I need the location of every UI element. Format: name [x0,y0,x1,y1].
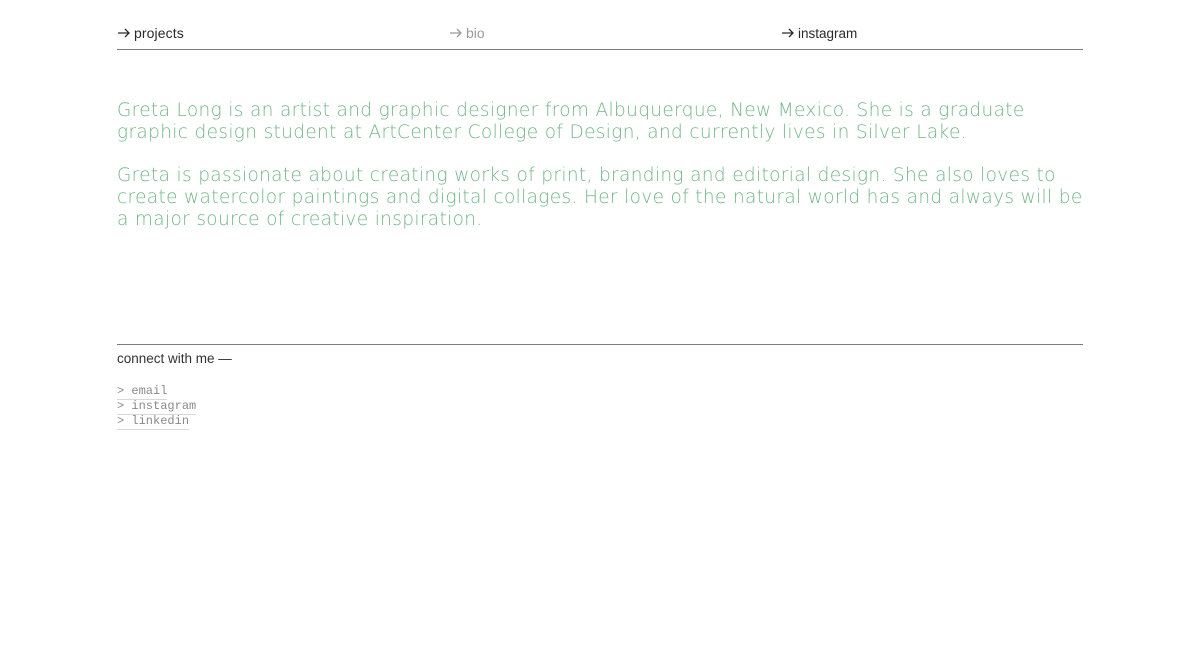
link-prefix: > [117,384,125,398]
footer-divider [117,344,1083,345]
linkedin-link-label: linkedin [131,414,190,428]
bio-section: Greta Long is an artist and graphic desi… [117,100,1087,252]
bio-paragraph-1: Greta Long is an artist and graphic desi… [117,100,1025,143]
nav-bio-link[interactable]: bio [449,23,485,43]
top-nav: projects bio instagram [117,23,1083,50]
email-link[interactable]: > email [117,384,168,400]
bio-paragraph-2: Greta is passionate about creating works… [117,165,1083,230]
nav-instagram-link[interactable]: instagram [781,23,857,43]
nav-instagram-label: instagram [798,25,858,41]
arrow-right-icon [117,26,131,40]
link-prefix: > [117,399,125,413]
contact-links: > email > instagram > linkedin [117,384,197,430]
instagram-link-label: instagram [131,399,197,413]
link-prefix: > [117,414,125,428]
connect-heading: connect with me — [117,351,232,366]
arrow-right-icon [781,26,795,40]
nav-projects-link[interactable]: projects [117,23,184,43]
email-link-label: email [131,384,168,398]
nav-projects-label: projects [134,25,184,41]
nav-bio-label: bio [466,25,485,41]
arrow-right-icon [449,26,463,40]
instagram-link[interactable]: > instagram [117,399,197,415]
linkedin-link[interactable]: > linkedin [117,414,190,430]
